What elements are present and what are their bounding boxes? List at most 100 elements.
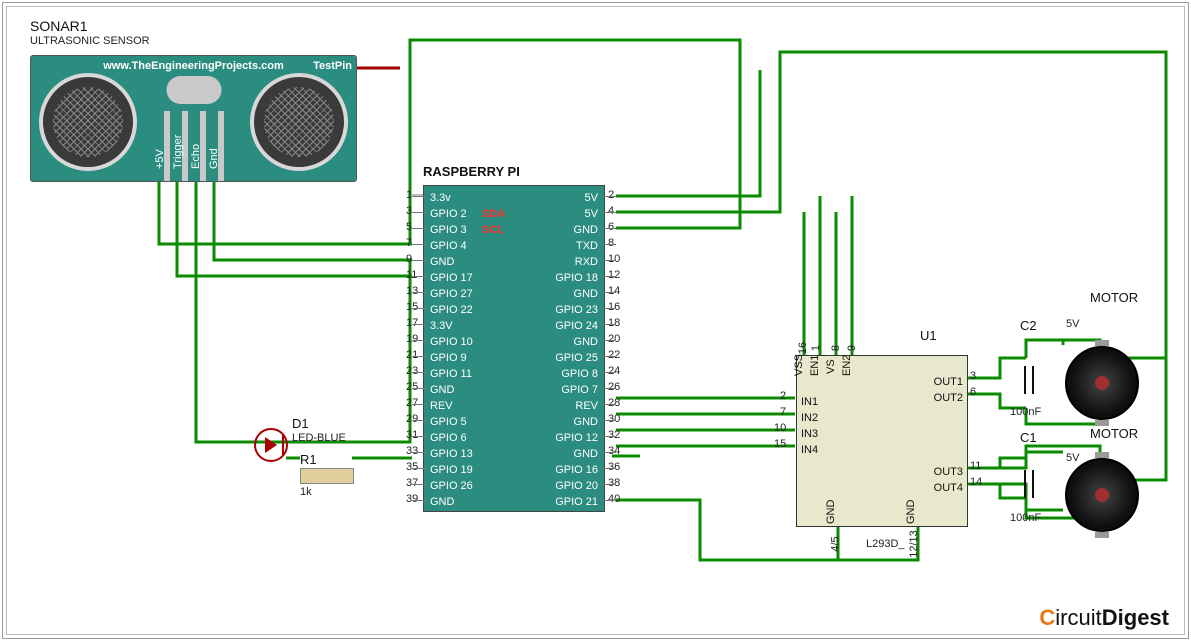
c2-val: 100nF [1010, 406, 1041, 418]
pi-pin-num: 40 [608, 493, 620, 505]
c2-ref: C2 [1020, 318, 1037, 333]
u1-pin9: 9 [846, 345, 858, 351]
u1-pin45: 4/5 [830, 536, 842, 551]
u1-out4: OUT4 [934, 482, 963, 494]
pi-row: GNDGPIO 21 [430, 494, 598, 510]
sonar-desc: ULTRASONIC SENSOR [30, 35, 150, 47]
motor1-ref: MOTOR [1090, 290, 1138, 305]
u1-pin11: 11 [970, 460, 981, 472]
pi-pin-num: 18 [608, 317, 620, 329]
pi-row: GPIO 5GND [430, 414, 598, 430]
u1-ref: U1 [920, 328, 937, 343]
c1-val: 100nF [1010, 512, 1041, 524]
pi-pin-num: 34 [608, 445, 620, 457]
u1-pin2: 2 [780, 390, 786, 402]
u1-in1: IN1 [801, 396, 818, 408]
sonar-pin-5v: +5V [164, 111, 170, 181]
u1-out1: OUT1 [934, 376, 963, 388]
raspberry-pi-chip: 3.3v5VGPIO 2SDA5VGPIO 3SCLGNDGPIO 4TXDGN… [423, 185, 605, 512]
u1-pin16: 16 [797, 342, 809, 354]
pi-row: GPIO 4TXD [430, 238, 598, 254]
pi-pin-num: 2 [608, 189, 614, 201]
u1-gnd-b: GND [905, 500, 917, 524]
sonar-ref: SONAR1 [30, 18, 88, 34]
u1-out2: OUT2 [934, 392, 963, 404]
u1-out3: OUT3 [934, 466, 963, 478]
pi-row: GPIO 26GPIO 20 [430, 478, 598, 494]
u1-gnd-a: GND [825, 500, 837, 524]
u1-en1: EN1 [809, 355, 821, 376]
u1-pin6: 6 [970, 386, 976, 398]
circuitdigest-logo: CircuitDigest [1039, 605, 1169, 631]
u1-pin1: 1 [810, 345, 822, 351]
sonar-transducer-right [250, 73, 348, 171]
u1-pin15: 15 [774, 438, 786, 450]
u1-chip: IN1 IN2 IN3 IN4 OUT1 OUT2 OUT3 OUT4 VSS … [796, 355, 968, 527]
pi-pin-num: 27 [406, 397, 418, 409]
pi-pin-num: 4 [608, 205, 614, 217]
motor2-icon [1065, 458, 1139, 532]
pi-pin-num: 31 [406, 429, 418, 441]
sonar-pin-echo: Echo [200, 111, 206, 181]
pi-row: GPIO 9GPIO 25 [430, 350, 598, 366]
pi-row: REVREV [430, 398, 598, 414]
pi-row: GPIO 22GPIO 23 [430, 302, 598, 318]
c1-ref: C1 [1020, 430, 1037, 445]
pi-row: 3.3VGPIO 24 [430, 318, 598, 334]
pi-pin-num: 12 [608, 269, 620, 281]
u1-in3: IN3 [801, 428, 818, 440]
u1-vss: VSS [793, 354, 805, 376]
pi-pin-num: 26 [608, 381, 620, 393]
pi-row: GNDRXD [430, 254, 598, 270]
sonar-transducer-left [39, 73, 137, 171]
d1-ref: D1 [292, 416, 309, 431]
pi-row: GPIO 27GND [430, 286, 598, 302]
u1-pin1213: 12/13 [908, 530, 920, 558]
pi-pin-num: 33 [406, 445, 418, 457]
u1-part: L293D_ [866, 538, 905, 550]
u1-pin14: 14 [970, 476, 982, 488]
d1-part: LED-BLUE [292, 432, 346, 444]
u1-in2: IN2 [801, 412, 818, 424]
pi-pin-num: 37 [406, 477, 418, 489]
pi-pin-num: 9 [406, 253, 412, 265]
pi-pin-num: 23 [406, 365, 418, 377]
pi-row: 3.3v5V [430, 190, 598, 206]
d1-icon [254, 428, 288, 462]
sonar-module: www.TheEngineeringProjects.com TestPin +… [30, 55, 357, 182]
sonar-url: www.TheEngineeringProjects.com [103, 60, 284, 72]
pi-pin-num: 16 [608, 301, 620, 313]
motor1-v: 5V [1066, 318, 1079, 330]
pi-pin-num: 7 [406, 237, 412, 249]
sonar-testpin-label: TestPin [313, 60, 352, 72]
pi-pin-num: 5 [406, 221, 412, 233]
pi-pin-num: 17 [406, 317, 418, 329]
pi-pin-num: 21 [406, 349, 418, 361]
pi-pin-num: 3 [406, 205, 412, 217]
pi-row: GPIO 11GPIO 8 [430, 366, 598, 382]
u1-pin8: 8 [830, 345, 842, 351]
pi-pin-num: 6 [608, 221, 614, 233]
pi-pin-num: 15 [406, 301, 418, 313]
pi-pin-num: 19 [406, 333, 418, 345]
pi-row: GPIO 10GND [430, 334, 598, 350]
pi-pin-num: 8 [608, 237, 614, 249]
sonar-crystal [166, 76, 221, 104]
motor2-v: 5V [1066, 452, 1079, 464]
r1-icon [300, 468, 354, 484]
pi-pin-num: 20 [608, 333, 620, 345]
pi-row: GPIO 3SCLGND [430, 222, 598, 238]
r1-ref: R1 [300, 452, 317, 467]
pi-pin-num: 29 [406, 413, 418, 425]
pi-pin-num: 22 [608, 349, 620, 361]
sonar-pin-header: +5V Trigger Echo Gnd [164, 111, 224, 181]
pi-row: GPIO 6GPIO 12 [430, 430, 598, 446]
motor1-icon [1065, 346, 1139, 420]
c1-icon [1016, 464, 1044, 504]
motor2-ref: MOTOR [1090, 426, 1138, 441]
u1-in4: IN4 [801, 444, 818, 456]
c2-icon [1016, 360, 1044, 400]
pi-pin-num: 10 [608, 253, 620, 265]
u1-pin3: 3 [970, 370, 976, 382]
pi-pin-num: 28 [608, 397, 620, 409]
